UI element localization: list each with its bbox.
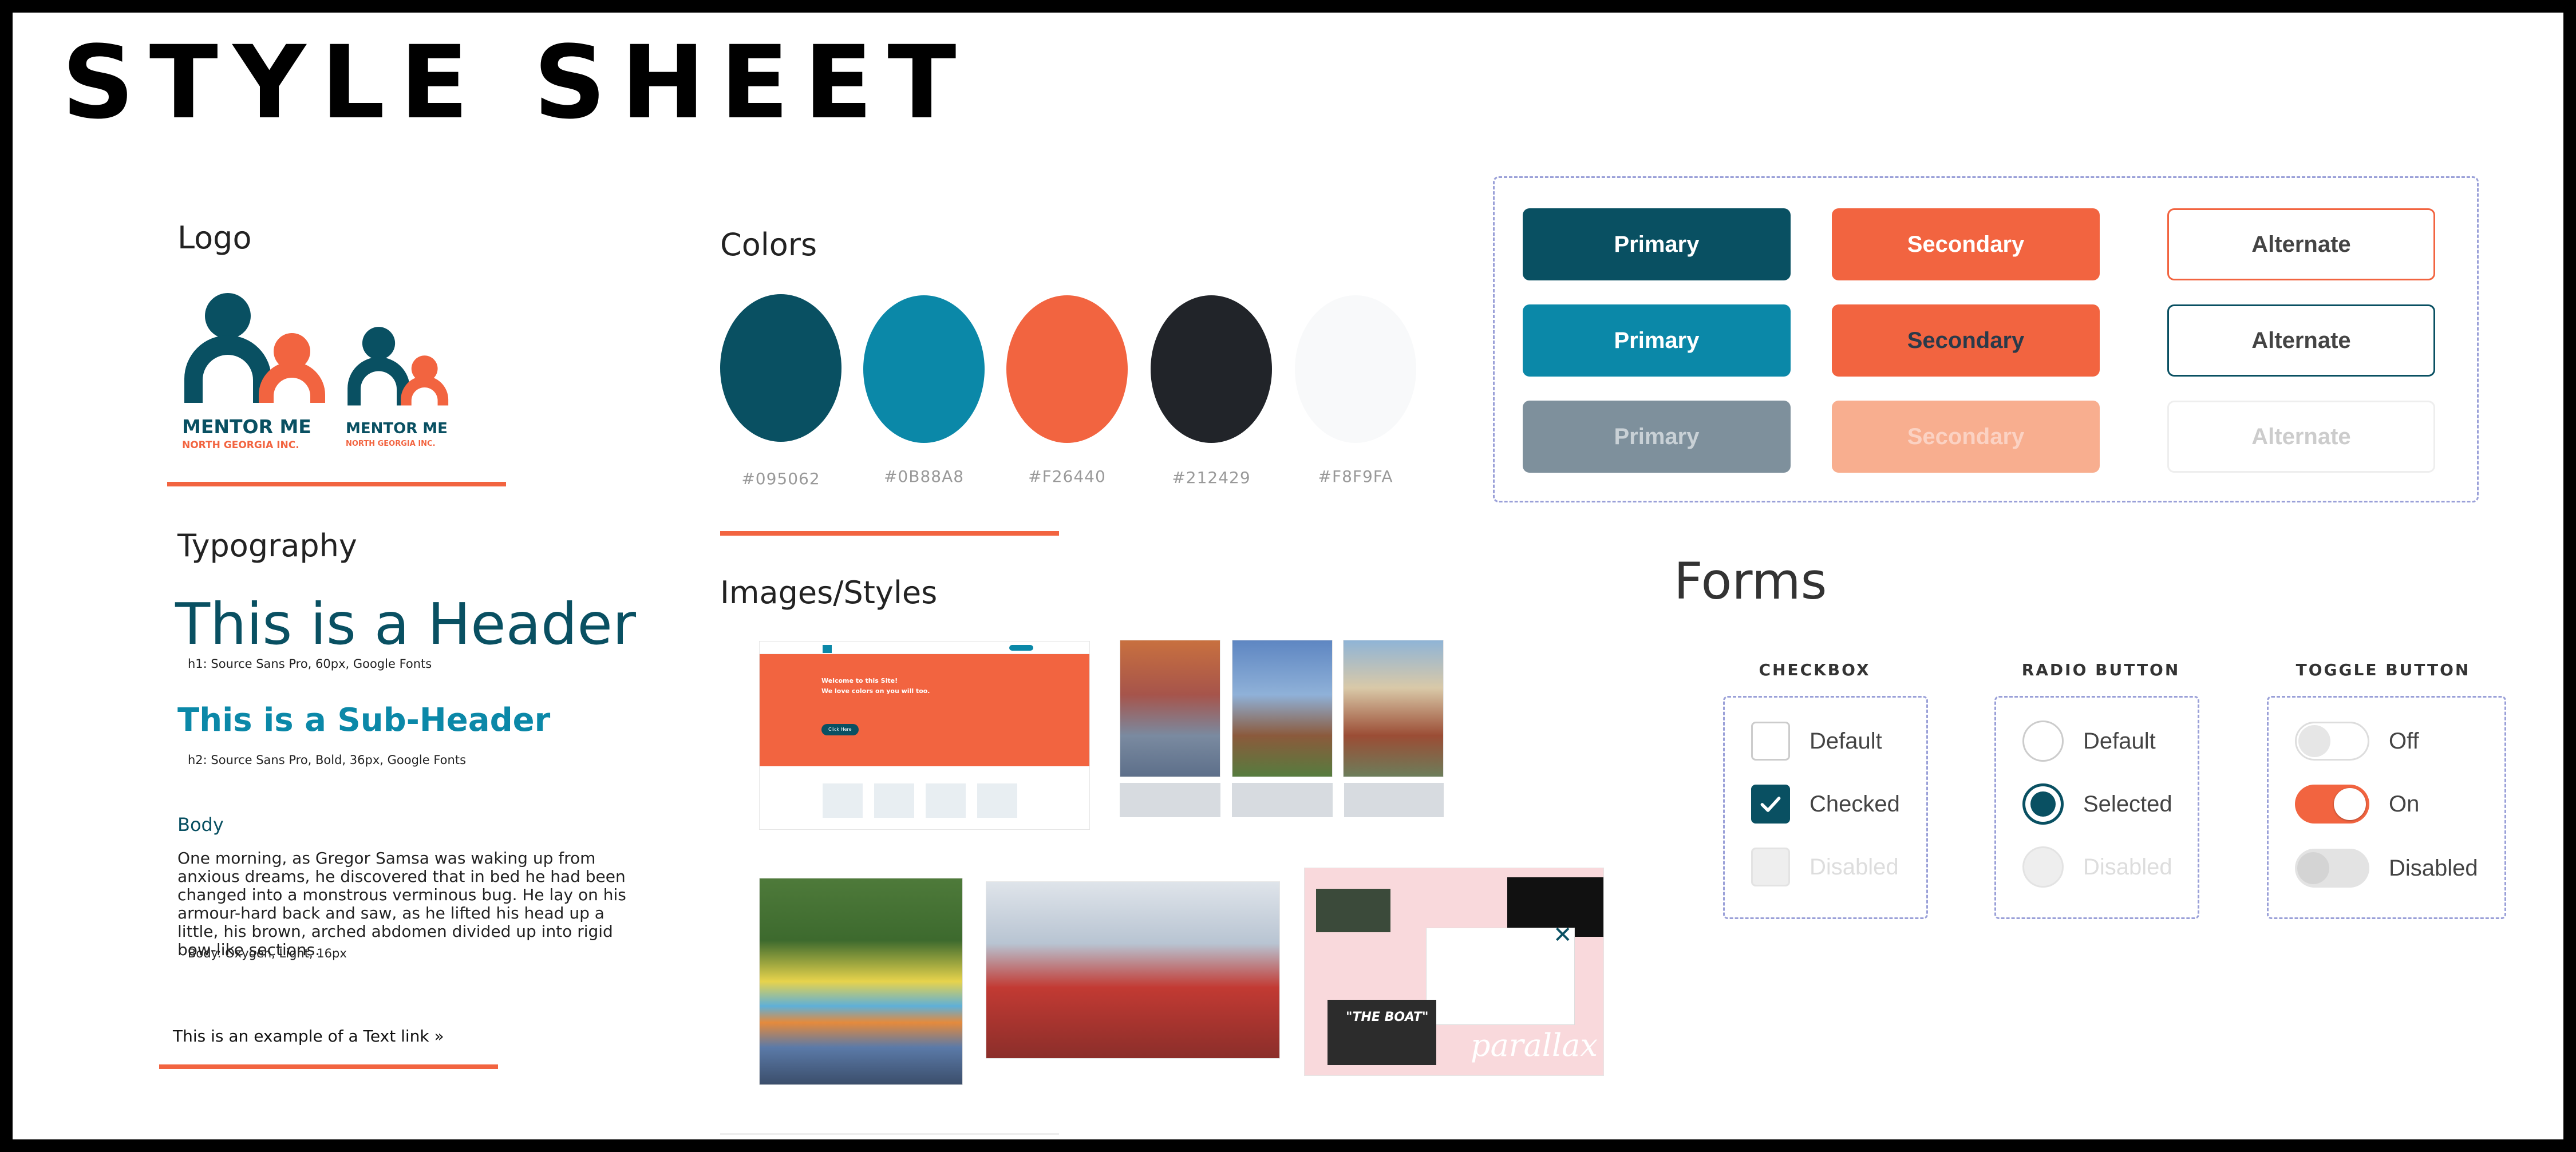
toggle-off-knob — [2298, 725, 2330, 757]
toggle-disabled-switch — [2295, 849, 2369, 888]
checkbox-disabled-label: Disabled — [1809, 854, 1899, 880]
boat-caption: "THE BOAT" — [1346, 1010, 1429, 1024]
checkbox-disabled-box — [1751, 848, 1790, 886]
outdoor-school-photo-card — [1343, 640, 1444, 777]
toggle-disabled-knob — [2297, 852, 2329, 884]
parallax-collage-image: ✕ "THE BOAT" parallax — [1304, 868, 1604, 1076]
close-icon: ✕ — [1553, 922, 1573, 948]
checkbox-checked-label: Checked — [1809, 791, 1900, 817]
radio-group: Default Selected Disabled — [1994, 696, 2199, 919]
radio-default-circle[interactable] — [2022, 721, 2064, 762]
radio-selected-circle[interactable] — [2022, 783, 2064, 825]
alternate-button[interactable]: Alternate — [2167, 208, 2435, 280]
school-building-photo-card — [1232, 640, 1333, 777]
parallax-word: parallax — [1471, 1027, 1598, 1063]
radio-disabled-label: Disabled — [2083, 854, 2172, 880]
mockup-hero-button: Click Here — [821, 724, 859, 735]
primary-button[interactable]: Primary — [1523, 208, 1791, 280]
colors-heading: Colors — [720, 227, 817, 263]
website-mockup-image: Welcome to this Site! We love colors on … — [759, 641, 1090, 830]
secondary-button-hover[interactable]: Secondary — [1832, 304, 2100, 377]
checkbox-heading: CHECKBOX — [1759, 660, 1871, 679]
checkbox-checked-box[interactable] — [1751, 785, 1790, 824]
logo-small-name: MENTOR ME — [346, 420, 448, 437]
logo-large: MENTOR ME NORTH GEORGIA INC. — [179, 288, 327, 454]
toggle-disabled: Disabled — [2295, 849, 2478, 888]
checkbox-disabled: Disabled — [1751, 848, 1899, 886]
logo-heading: Logo — [177, 220, 252, 256]
mockup-hero-title: Welcome to this Site! — [821, 677, 898, 684]
color-swatch-orange — [1006, 295, 1128, 443]
checkbox-default-label: Default — [1809, 728, 1882, 754]
body-sample: One morning, as Gregor Samsa was waking … — [177, 849, 626, 959]
radio-selected[interactable]: Selected — [2022, 783, 2172, 825]
h2-sample: This is a Sub-Header — [177, 702, 551, 739]
radio-default-label: Default — [2083, 728, 2156, 754]
secondary-button-disabled: Secondary — [1832, 401, 2100, 473]
toggle-disabled-label: Disabled — [2389, 855, 2478, 881]
toggle-off-switch[interactable] — [2295, 722, 2369, 761]
checkbox-default-box[interactable] — [1751, 722, 1790, 761]
toggle-on-switch[interactable] — [2295, 785, 2369, 824]
text-link[interactable]: This is an example of a Text link » — [173, 1027, 444, 1046]
images-divider — [720, 1133, 1059, 1135]
checkbox-checked[interactable]: Checked — [1751, 785, 1900, 824]
body-label: Body — [177, 814, 224, 836]
checkbox-group: Default Checked Disabled — [1723, 696, 1928, 919]
h1-sample: This is a Header — [175, 591, 636, 658]
h1-caption: h1: Source Sans Pro, 60px, Google Fonts — [188, 657, 432, 671]
color-hex-off-white: #F8F9FA — [1318, 467, 1393, 486]
toggle-off[interactable]: Off — [2295, 722, 2419, 761]
color-swatch-dark-teal — [720, 294, 841, 442]
color-hex-teal: #0B88A8 — [883, 467, 965, 486]
logo-small-mark-icon — [347, 327, 449, 406]
classroom-photo-card — [1120, 640, 1220, 777]
radio-selected-label: Selected — [2083, 791, 2172, 817]
toggle-off-label: Off — [2389, 728, 2419, 754]
radio-disabled: Disabled — [2022, 846, 2172, 888]
radio-default[interactable]: Default — [2022, 721, 2156, 762]
style-sheet-page: STYLE SHEET Logo MENTOR ME NORTH GEORGIA… — [13, 13, 2563, 1139]
secondary-button[interactable]: Secondary — [1832, 208, 2100, 280]
h2-caption: h2: Source Sans Pro, Bold, 36px, Google … — [188, 753, 467, 767]
classroom-photo — [986, 881, 1280, 1059]
logo-small: MENTOR ME NORTH GEORGIA INC. — [343, 322, 458, 453]
radio-heading: RADIO BUTTON — [2021, 660, 2180, 679]
check-icon — [1760, 797, 1781, 812]
radio-disabled-circle — [2022, 846, 2064, 888]
logo-large-name: MENTOR ME — [182, 415, 311, 438]
color-swatch-charcoal — [1151, 295, 1272, 443]
colors-divider — [720, 531, 1059, 536]
color-hex-orange: #F26440 — [1028, 467, 1106, 486]
color-swatch-teal — [863, 295, 985, 443]
toggle-group: Off On Disabled — [2267, 696, 2506, 919]
toggle-on-knob — [2334, 788, 2366, 820]
logo-large-tagline: NORTH GEORGIA INC. — [182, 440, 299, 451]
primary-button-disabled: Primary — [1523, 401, 1791, 473]
radio-selected-dot — [2030, 791, 2056, 817]
checkbox-default[interactable]: Default — [1751, 722, 1882, 761]
body-caption: Body: Oxygen, Light, 16px — [188, 947, 347, 960]
alternate-button-hover[interactable]: Alternate — [2167, 304, 2435, 377]
primary-button-hover[interactable]: Primary — [1523, 304, 1791, 377]
logo-small-tagline: NORTH GEORGIA INC. — [346, 440, 436, 448]
typography-divider — [159, 1064, 498, 1069]
mockup-hero: Welcome to this Site! We love colors on … — [760, 654, 1089, 766]
toggle-on[interactable]: On — [2295, 785, 2419, 824]
toggle-on-label: On — [2389, 791, 2420, 817]
color-hex-dark-teal: #095062 — [741, 469, 820, 488]
logo-large-mark-icon — [184, 293, 325, 403]
images-heading: Images/Styles — [720, 575, 938, 611]
photo-card-captions — [1120, 783, 1444, 817]
logo-divider — [167, 482, 506, 486]
forms-heading: Forms — [1674, 552, 1827, 611]
color-hex-charcoal: #212429 — [1172, 468, 1251, 487]
alternate-button-disabled: Alternate — [2167, 401, 2435, 473]
kids-reading-photo — [759, 878, 963, 1085]
color-swatch-off-white — [1295, 295, 1416, 443]
typography-heading: Typography — [177, 528, 357, 564]
toggle-heading: TOGGLE BUTTON — [2296, 660, 2471, 679]
mockup-hero-subtitle: We love colors on you will too. — [821, 687, 930, 695]
page-title: STYLE SHEET — [62, 24, 971, 141]
